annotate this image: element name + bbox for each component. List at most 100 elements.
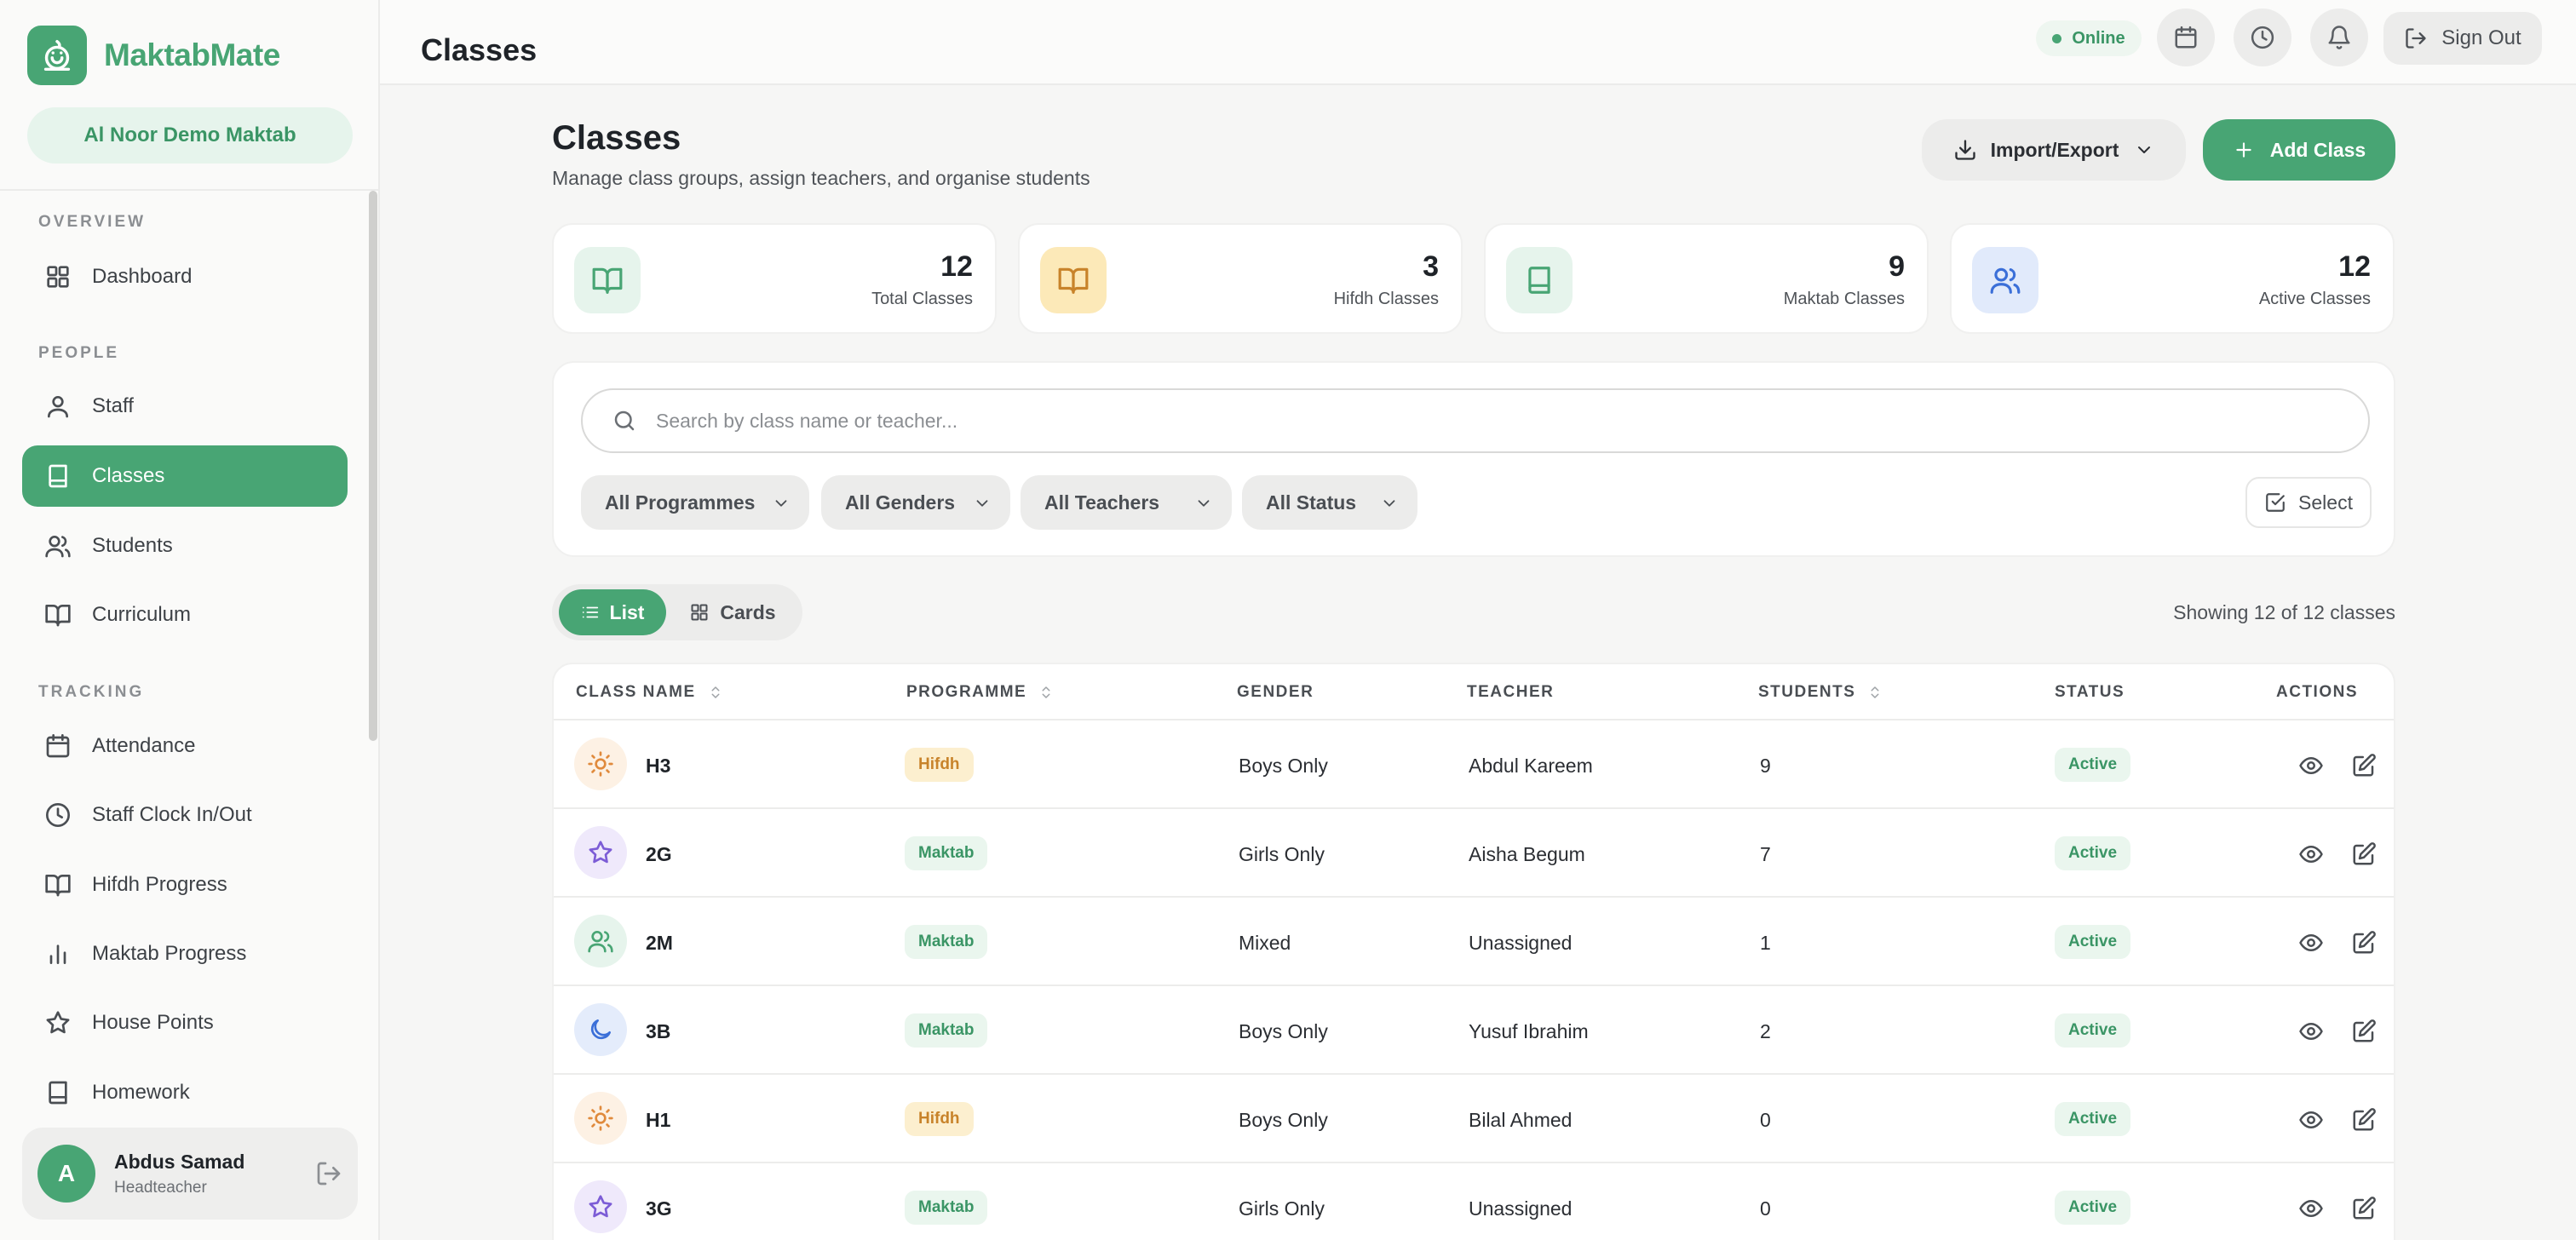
gender-filter[interactable]: All Genders <box>821 475 1010 530</box>
book-open-icon <box>45 875 71 897</box>
edit-icon[interactable] <box>2351 1196 2377 1221</box>
stat-value: 12 <box>2338 250 2371 283</box>
gender-cell: Boys Only <box>1239 1109 1328 1131</box>
grid-icon <box>691 604 708 621</box>
brand[interactable]: MaktabMate <box>27 26 280 85</box>
search-box[interactable] <box>581 388 2370 453</box>
view-icon[interactable] <box>2298 753 2324 778</box>
sidebar-item-attendance[interactable]: Attendance <box>22 715 348 777</box>
teacher-filter-label: All Teachers <box>1044 491 1160 514</box>
app-name: MaktabMate <box>104 37 280 72</box>
view-icon[interactable] <box>2298 1019 2324 1044</box>
view-icon[interactable] <box>2298 841 2324 867</box>
column-label: ACTIONS <box>2276 683 2358 701</box>
programme-badge: Maktab <box>905 1013 988 1048</box>
list-view-button[interactable]: List <box>559 589 666 635</box>
col-class-name[interactable]: CLASS NAME <box>576 683 723 702</box>
sidebar-item-dashboard[interactable]: Dashboard <box>22 246 348 307</box>
col-teacher: TEACHER <box>1467 683 1554 702</box>
column-label: STATUS <box>2055 683 2125 701</box>
org-selector[interactable]: Al Noor Demo Maktab <box>27 107 353 164</box>
view-icon[interactable] <box>2298 1107 2324 1133</box>
sidebar-item-label: Attendance <box>92 734 196 757</box>
sign-out-button[interactable]: Sign Out <box>2383 12 2542 65</box>
students-cell: 7 <box>1760 843 1771 865</box>
students-cell: 0 <box>1760 1197 1771 1220</box>
sidebar-item-staff-clock[interactable]: Staff Clock In/Out <box>22 784 348 846</box>
programme-filter[interactable]: All Programmes <box>581 475 809 530</box>
bell-icon <box>2328 26 2350 49</box>
sidebar-item-homework[interactable]: Homework <box>22 1062 348 1123</box>
clock-icon <box>2251 26 2274 49</box>
clock-button[interactable] <box>2234 9 2291 66</box>
sidebar-item-students[interactable]: Students <box>22 515 348 577</box>
col-students[interactable]: STUDENTS <box>1758 683 1883 702</box>
teacher-filter[interactable]: All Teachers <box>1021 475 1232 530</box>
sidebar-item-hifdh-progress[interactable]: Hifdh Progress <box>22 854 348 916</box>
sign-out-label: Sign Out <box>2441 26 2521 49</box>
stat-value: 3 <box>1423 250 1439 283</box>
class-name[interactable]: 3G <box>646 1197 672 1220</box>
status-badge: Active <box>2055 1013 2131 1048</box>
check-square-icon <box>2266 493 2285 512</box>
sidebar-item-classes[interactable]: Classes <box>22 445 348 507</box>
view-icon[interactable] <box>2298 930 2324 956</box>
book-icon <box>49 464 67 488</box>
col-status: STATUS <box>2055 683 2125 702</box>
chevron-down-icon <box>775 500 787 507</box>
cards-view-button[interactable]: Cards <box>673 589 792 635</box>
programme-badge: Maktab <box>905 925 988 959</box>
table-row[interactable]: 2M Maktab Mixed Unassigned 1 Active <box>554 898 2394 986</box>
user-icon <box>48 396 68 418</box>
chevron-down-icon <box>1383 500 1395 507</box>
table-row[interactable]: 3B Maktab Boys Only Yusuf Ibrahim 2 Active <box>554 986 2394 1075</box>
view-icon[interactable] <box>2298 1196 2324 1221</box>
import-export-button[interactable]: Import/Export <box>1922 119 2186 181</box>
add-class-button[interactable]: Add Class <box>2203 119 2395 181</box>
edit-icon[interactable] <box>2351 1019 2377 1044</box>
stat-label: Active Classes <box>2258 290 2371 308</box>
user-card[interactable]: A Abdus Samad Headteacher <box>22 1128 358 1220</box>
page-title: Classes <box>552 119 681 157</box>
col-programme[interactable]: PROGRAMME <box>906 683 1054 702</box>
column-label: GENDER <box>1237 683 1314 701</box>
table-row[interactable]: H1 Hifdh Boys Only Bilal Ahmed 0 Active <box>554 1075 2394 1163</box>
logout-icon[interactable] <box>315 1160 342 1187</box>
table-header: CLASS NAME PROGRAMME GENDER TEACHER STUD… <box>554 664 2394 720</box>
teacher-cell: Aisha Begum <box>1469 843 1585 865</box>
avatar: A <box>37 1145 95 1203</box>
chevron-down-icon <box>2138 146 2151 153</box>
class-name[interactable]: 3B <box>646 1020 670 1043</box>
users-icon <box>45 536 71 558</box>
class-name[interactable]: 2G <box>646 843 672 866</box>
sidebar-item-maktab-progress[interactable]: Maktab Progress <box>22 923 348 985</box>
class-name[interactable]: 2M <box>646 932 673 955</box>
class-name[interactable]: H3 <box>646 755 670 778</box>
sidebar-item-staff[interactable]: Staff <box>22 376 348 437</box>
edit-icon[interactable] <box>2351 753 2377 778</box>
status-filter[interactable]: All Status <box>1242 475 1417 530</box>
select-button[interactable]: Select <box>2245 477 2372 528</box>
search-input[interactable] <box>656 409 2274 433</box>
calendar-button[interactable] <box>2157 9 2215 66</box>
table-row[interactable]: 3G Maktab Girls Only Unassigned 0 Active <box>554 1163 2394 1240</box>
teacher-cell: Bilal Ahmed <box>1469 1109 1573 1131</box>
sun-icon <box>574 1092 627 1145</box>
students-cell: 2 <box>1760 1020 1771 1042</box>
class-name[interactable]: H1 <box>646 1109 670 1132</box>
sidebar-item-curriculum[interactable]: Curriculum <box>22 584 348 646</box>
sidebar-scrollbar[interactable] <box>369 191 377 741</box>
table-row[interactable]: H3 Hifdh Boys Only Abdul Kareem 9 Active <box>554 720 2394 809</box>
user-role: Headteacher <box>114 1178 207 1197</box>
notifications-button[interactable] <box>2310 9 2368 66</box>
edit-icon[interactable] <box>2351 841 2377 867</box>
clock-icon <box>46 803 70 827</box>
edit-icon[interactable] <box>2351 1107 2377 1133</box>
sidebar-item-label: Hifdh Progress <box>92 873 227 896</box>
status-filter-label: All Status <box>1266 491 1357 514</box>
nav-section-people: PEOPLE <box>38 344 120 362</box>
sidebar-item-house-points[interactable]: House Points <box>22 992 348 1053</box>
table-row[interactable]: 2G Maktab Girls Only Aisha Begum 7 Active <box>554 809 2394 898</box>
edit-icon[interactable] <box>2351 930 2377 956</box>
stat-label: Hifdh Classes <box>1333 290 1439 308</box>
